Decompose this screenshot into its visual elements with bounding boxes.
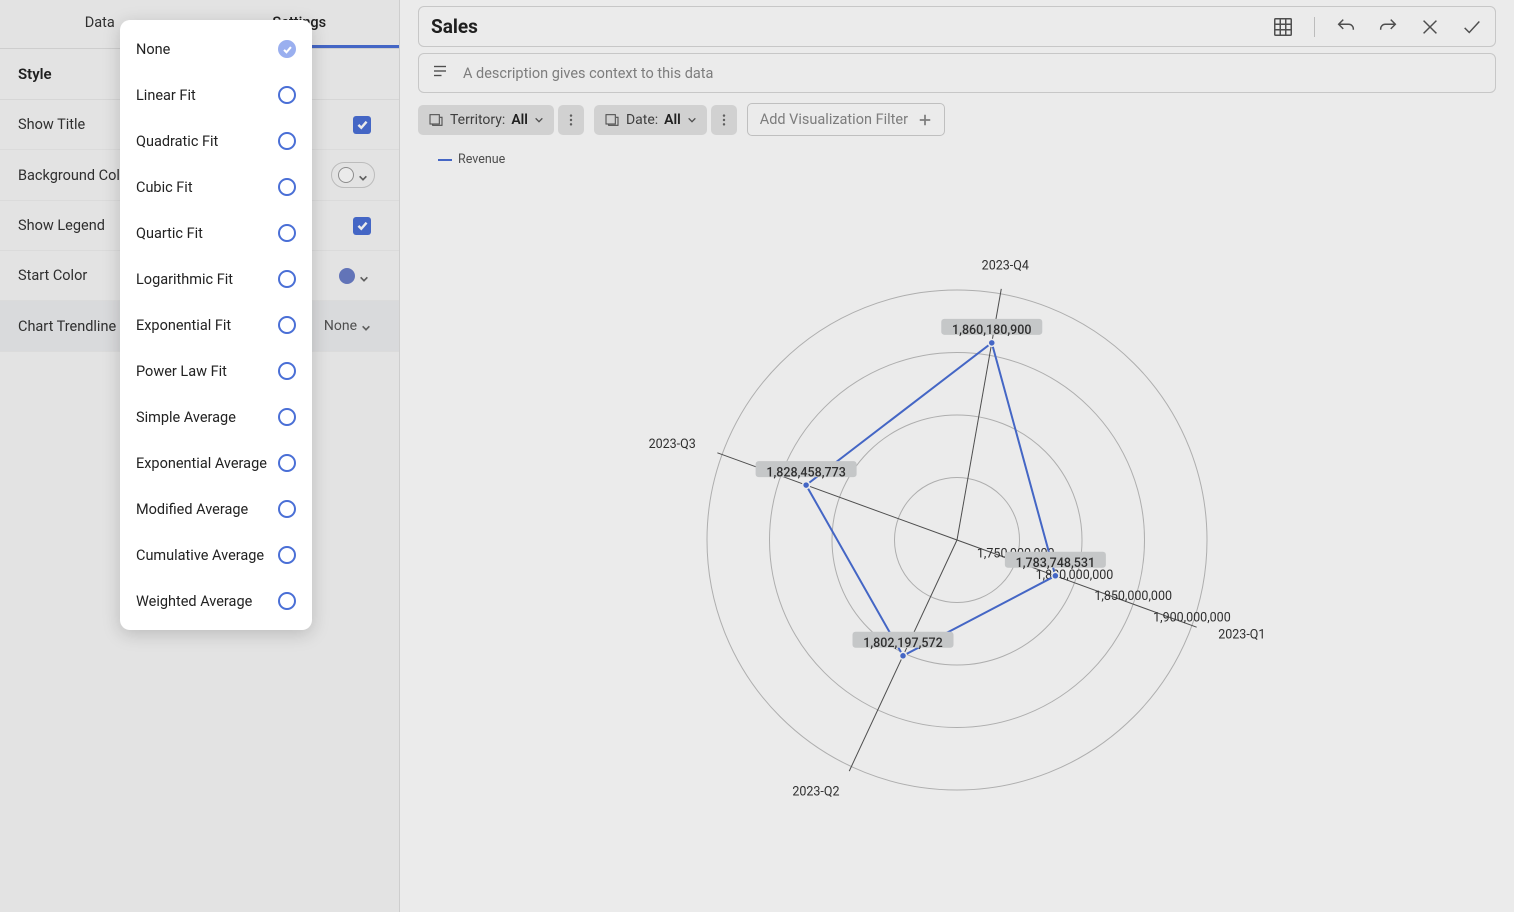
dropdown-label: None [136, 41, 170, 58]
dropdown-item-none[interactable]: None [120, 26, 312, 72]
filter-date-value: All [664, 112, 681, 128]
label-background-color: Background Color [18, 167, 133, 184]
svg-text:1,850,000,000: 1,850,000,000 [1094, 589, 1172, 604]
swatch-background-color[interactable] [331, 162, 375, 188]
filter-territory-more[interactable] [558, 105, 584, 135]
svg-text:1,860,180,900: 1,860,180,900 [952, 323, 1031, 338]
dropdown-item-quadratic[interactable]: Quadratic Fit [120, 118, 312, 164]
dropdown-item-power[interactable]: Power Law Fit [120, 348, 312, 394]
dropdown-item-mod-avg[interactable]: Modified Average [120, 486, 312, 532]
filter-row: Territory: All Date: All Add Visualizati… [418, 103, 1496, 136]
svg-text:2023-Q1: 2023-Q1 [1218, 627, 1265, 642]
label-chart-trendline: Chart Trendline [18, 318, 116, 335]
radio-icon [278, 178, 296, 196]
svg-text:1,828,458,773: 1,828,458,773 [766, 465, 845, 480]
radio-icon [278, 132, 296, 150]
radio-icon [278, 408, 296, 426]
radio-icon [278, 454, 296, 472]
checkbox-show-title[interactable] [353, 116, 371, 134]
legend: Revenue [438, 152, 1496, 167]
radio-icon [278, 500, 296, 518]
trendline-dropdown: None Linear Fit Quadratic Fit Cubic Fit … [120, 20, 312, 630]
description-bar[interactable]: A description gives context to this data [418, 53, 1496, 93]
radio-icon [278, 86, 296, 104]
chevron-down-icon [361, 321, 371, 331]
description-icon [431, 62, 449, 84]
svg-text:2023-Q3: 2023-Q3 [649, 437, 696, 452]
close-icon[interactable] [1419, 16, 1441, 38]
svg-text:2023-Q4: 2023-Q4 [982, 258, 1029, 273]
undo-icon[interactable] [1335, 16, 1357, 38]
svg-text:2023-Q2: 2023-Q2 [792, 784, 839, 799]
radio-icon [278, 592, 296, 610]
label-start-color: Start Color [18, 267, 87, 284]
radio-icon [278, 316, 296, 334]
add-filter-label: Add Visualization Filter [760, 111, 908, 128]
dropdown-label: Cumulative Average [136, 547, 264, 564]
dropdown-item-wgt-avg[interactable]: Weighted Average [120, 578, 312, 624]
chevron-down-icon [358, 170, 368, 180]
dropdown-label: Cubic Fit [136, 179, 193, 196]
dropdown-label: Quadratic Fit [136, 133, 218, 150]
dropdown-item-quartic[interactable]: Quartic Fit [120, 210, 312, 256]
chart-container: 2023-Q12023-Q22023-Q32023-Q41,750,000,00… [418, 167, 1496, 912]
dropdown-item-simple-avg[interactable]: Simple Average [120, 394, 312, 440]
filter-date-label: Date: [626, 112, 658, 128]
radio-icon [278, 546, 296, 564]
dropdown-item-exponential[interactable]: Exponential Fit [120, 302, 312, 348]
dropdown-item-cubic[interactable]: Cubic Fit [120, 164, 312, 210]
dropdown-item-exp-avg[interactable]: Exponential Average [120, 440, 312, 486]
legend-label-revenue: Revenue [458, 152, 505, 167]
dropdown-label: Logarithmic Fit [136, 271, 233, 288]
add-filter-button[interactable]: Add Visualization Filter [747, 103, 945, 136]
description-placeholder: A description gives context to this data [463, 65, 713, 82]
dropdown-label: Weighted Average [136, 593, 252, 610]
filter-date[interactable]: Date: All [594, 105, 707, 135]
trendline-select[interactable]: None [314, 313, 381, 339]
grid-view-icon[interactable] [1272, 16, 1294, 38]
radio-checked-icon [278, 40, 296, 58]
color-circle-icon [339, 268, 355, 284]
radio-icon [278, 224, 296, 242]
checkbox-show-legend[interactable] [353, 217, 371, 235]
filter-territory-value: All [511, 112, 528, 128]
dropdown-label: Quartic Fit [136, 225, 203, 242]
dropdown-label: Simple Average [136, 409, 236, 426]
legend-mark-icon [438, 159, 452, 161]
dropdown-label: Exponential Average [136, 455, 267, 472]
svg-text:1,900,000,000: 1,900,000,000 [1153, 610, 1231, 625]
dropdown-label: Modified Average [136, 501, 248, 518]
redo-icon[interactable] [1377, 16, 1399, 38]
chart-title[interactable]: Sales [431, 15, 1272, 38]
title-actions [1272, 16, 1483, 38]
confirm-icon[interactable] [1461, 16, 1483, 38]
dropdown-label: Linear Fit [136, 87, 196, 104]
label-show-legend: Show Legend [18, 217, 105, 234]
radio-icon [278, 270, 296, 288]
main-area: Sales A description gives context to thi… [400, 0, 1514, 912]
svg-text:1,783,748,531: 1,783,748,531 [1016, 556, 1095, 571]
chevron-down-icon [359, 271, 369, 281]
radio-icon [278, 362, 296, 380]
dropdown-item-logarithmic[interactable]: Logarithmic Fit [120, 256, 312, 302]
filter-territory-label: Territory: [450, 112, 505, 128]
radar-chart: 2023-Q12023-Q22023-Q32023-Q41,750,000,00… [647, 230, 1267, 850]
divider [1314, 17, 1315, 37]
swatch-start-color[interactable] [333, 264, 375, 288]
svg-text:1,802,197,572: 1,802,197,572 [863, 636, 942, 651]
filter-territory[interactable]: Territory: All [418, 105, 554, 135]
dropdown-item-linear[interactable]: Linear Fit [120, 72, 312, 118]
color-circle-icon [338, 167, 354, 183]
dropdown-label: Exponential Fit [136, 317, 231, 334]
dropdown-label: Power Law Fit [136, 363, 227, 380]
label-show-title: Show Title [18, 116, 85, 133]
trendline-value: None [324, 318, 357, 334]
filter-date-more[interactable] [711, 105, 737, 135]
dropdown-item-cum-avg[interactable]: Cumulative Average [120, 532, 312, 578]
title-bar: Sales [418, 6, 1496, 47]
